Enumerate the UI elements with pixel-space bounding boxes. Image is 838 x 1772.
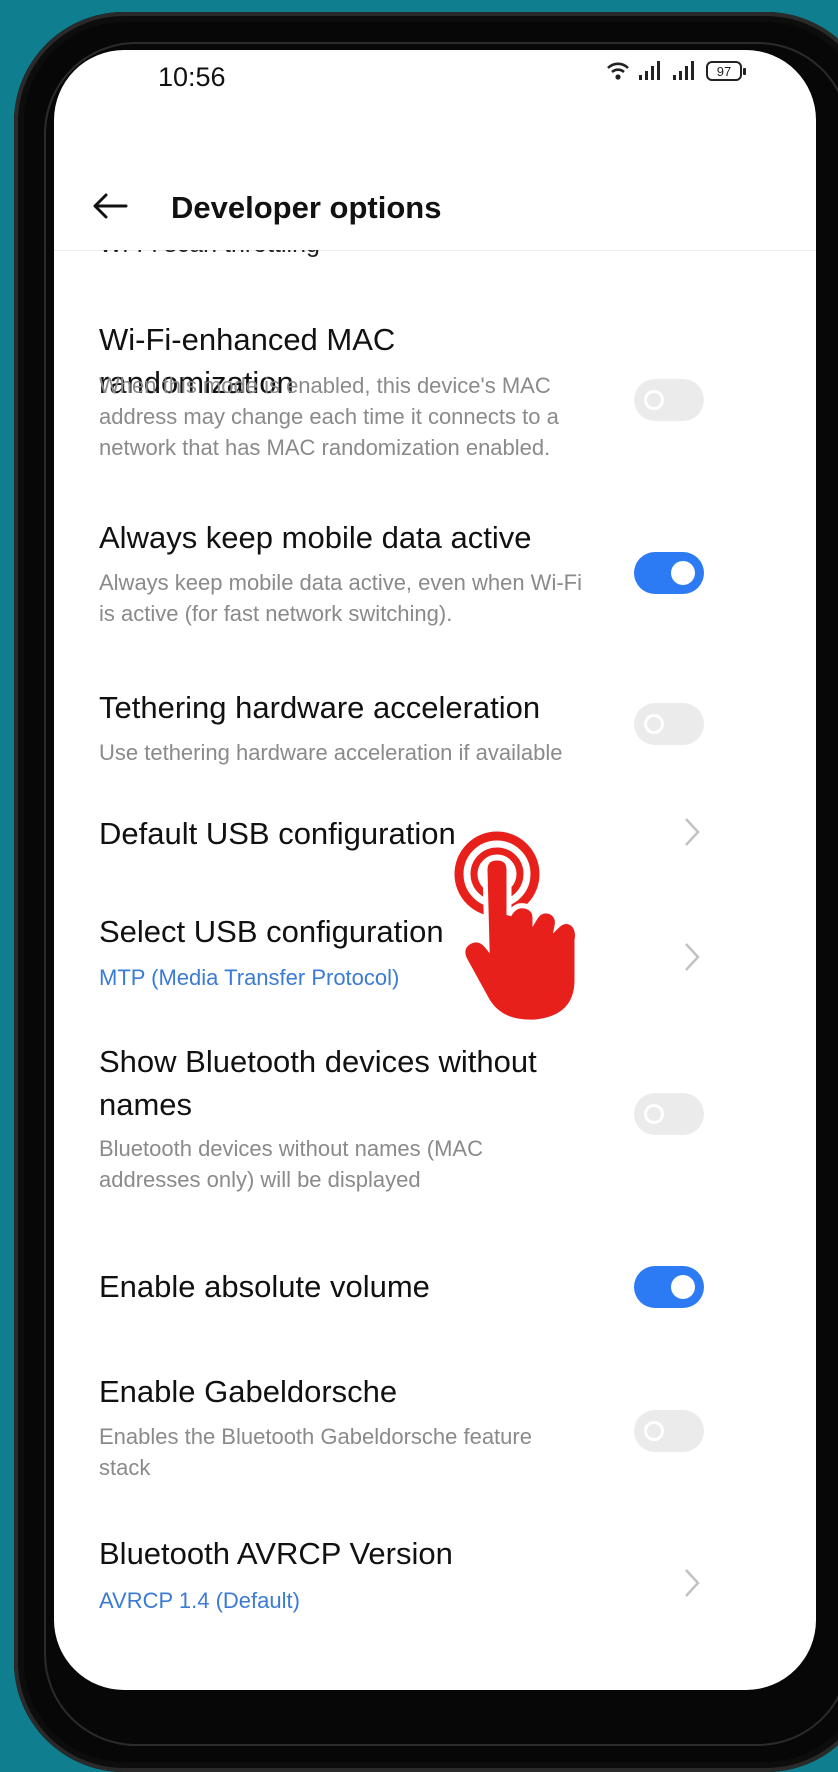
gabeldorsche-toggle[interactable] (634, 1410, 704, 1452)
setting-value: MTP (Media Transfer Protocol) (99, 965, 400, 990)
toggle-knob (644, 390, 664, 410)
wifi-icon (607, 62, 629, 80)
toggle-knob (671, 1275, 695, 1299)
arrow-left-icon[interactable] (90, 186, 130, 226)
subtitle-line: network that has MAC randomization enabl… (99, 435, 551, 460)
settings-list: Wi-Fi scan throttling Wi-Fi-enhanced MAC… (54, 250, 816, 1690)
status-icons: 97 (606, 60, 746, 82)
subtitle-line: stack (99, 1455, 151, 1480)
subtitle-line: address may change each time it connects… (99, 404, 559, 429)
chevron-right-icon (685, 943, 700, 971)
bluetooth-no-names-toggle[interactable] (634, 1093, 704, 1135)
setting-title: Tethering hardware acceleration (99, 690, 541, 725)
subtitle-line: Enables the Bluetooth Gabeldorsche featu… (99, 1424, 532, 1449)
toggle-knob (644, 714, 664, 734)
setting-mac-randomization[interactable]: Wi-Fi-enhanced MAC randomization When th… (54, 290, 816, 480)
subtitle-line: is active (for fast network switching). (99, 601, 453, 626)
page-title: Developer options (171, 190, 442, 225)
subtitle-line: addresses only) will be displayed (99, 1167, 421, 1192)
toggle-knob (644, 1104, 664, 1124)
mobile-data-toggle[interactable] (634, 552, 704, 594)
setting-bluetooth-no-names[interactable]: Show Bluetooth devices without names Blu… (54, 1030, 816, 1230)
setting-mobile-data-active[interactable]: Always keep mobile data active Always ke… (54, 490, 816, 650)
setting-subtitle: Enables the Bluetooth Gabeldorsche featu… (99, 1421, 619, 1483)
setting-subtitle: Use tethering hardware acceleration if a… (99, 737, 619, 768)
setting-select-usb[interactable]: Select USB configuration MTP (Media Tran… (54, 900, 816, 1020)
chevron-right-icon (685, 1569, 700, 1597)
setting-title: Show Bluetooth devices without names (99, 1040, 589, 1126)
subtitle-line: Bluetooth devices without names (MAC (99, 1136, 483, 1161)
signal-icon (639, 61, 660, 80)
setting-default-usb[interactable]: Default USB configuration (54, 800, 816, 900)
status-bar: 10:56 97 (54, 50, 816, 120)
setting-absolute-volume[interactable]: Enable absolute volume (54, 1250, 816, 1350)
setting-subtitle: When this mode is enabled, this device's… (99, 370, 619, 463)
title-line: Show Bluetooth devices without (99, 1044, 537, 1079)
screen: 10:56 97 Developer options Wi-Fi-enhance… (54, 50, 816, 1690)
status-time: 10:56 (158, 62, 226, 92)
setting-title: Select USB configuration (99, 914, 444, 949)
setting-gabeldorsche[interactable]: Enable Gabeldorsche Enables the Bluetoot… (54, 1360, 816, 1510)
subtitle-line: When this mode is enabled, this device's… (99, 373, 551, 398)
absolute-volume-toggle[interactable] (634, 1266, 704, 1308)
title-line: names (99, 1087, 193, 1122)
setting-title: Bluetooth AVRCP Version (99, 1536, 453, 1571)
subtitle-line: Use tethering hardware acceleration if a… (99, 740, 563, 765)
list-item-partial[interactable]: Wi-Fi scan throttling (99, 250, 320, 259)
setting-subtitle: Always keep mobile data active, even whe… (99, 567, 619, 629)
setting-avrcp-version[interactable]: Bluetooth AVRCP Version AVRCP 1.4 (Defau… (54, 1520, 816, 1650)
mac-randomization-toggle[interactable] (634, 379, 704, 421)
battery-icon: 97 (706, 61, 746, 81)
setting-title: Default USB configuration (99, 816, 456, 851)
setting-title: Always keep mobile data active (99, 520, 532, 555)
app-bar: Developer options (54, 150, 816, 251)
toggle-knob (671, 561, 695, 585)
signal-icon (673, 61, 694, 80)
setting-title: Enable absolute volume (99, 1269, 430, 1304)
battery-level: 97 (716, 63, 732, 79)
tethering-toggle[interactable] (634, 703, 704, 745)
setting-title: Enable Gabeldorsche (99, 1374, 398, 1409)
toggle-knob (644, 1421, 664, 1441)
setting-value: AVRCP 1.4 (Default) (99, 1588, 300, 1613)
setting-subtitle: Bluetooth devices without names (MAC add… (99, 1133, 619, 1195)
chevron-right-icon (685, 818, 700, 846)
subtitle-line: Always keep mobile data active, even whe… (99, 570, 582, 595)
setting-tethering-acceleration[interactable]: Tethering hardware acceleration Use teth… (54, 670, 816, 790)
